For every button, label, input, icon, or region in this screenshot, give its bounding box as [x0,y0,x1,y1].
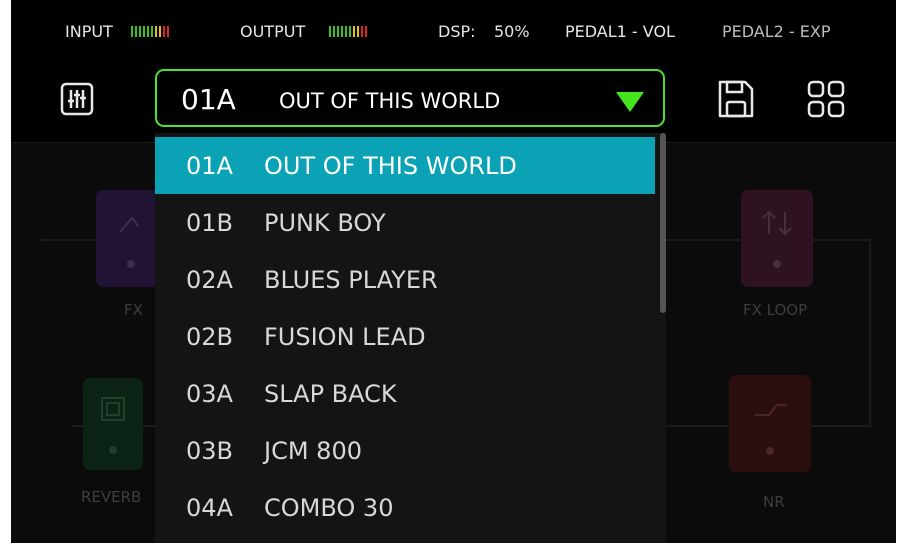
dropdown-arrow-icon [616,92,644,112]
sliders-icon [60,82,94,116]
output-level-meter [329,26,367,37]
reverb-block-label: REVERB [81,488,142,506]
preset-number: 01A [181,83,236,116]
preset-item-name: FUSION LEAD [264,323,426,351]
reverb-block[interactable] [83,378,143,470]
signal-line [869,239,871,425]
save-button[interactable] [717,79,755,119]
fx-loop-block[interactable] [741,190,813,287]
grid-icon [807,80,845,118]
status-bar: INPUT OUTPUT DSP: 50% PEDAL1 - VOL PEDAL… [11,0,896,60]
preset-item-name: SLAP BACK [264,380,397,408]
preset-list-item[interactable]: 02B FUSION LEAD [155,308,655,365]
preset-item-name: PUNK BOY [264,209,386,237]
preset-item-name: BLUES PLAYER [264,266,438,294]
preset-item-number: 04A [186,494,233,522]
loop-arrows-icon [762,210,792,268]
preset-item-number: 02A [186,266,233,294]
preset-item-number: 01A [186,152,233,180]
device-screen: INPUT OUTPUT DSP: 50% PEDAL1 - VOL PEDAL… [11,0,896,543]
pedal2-assignment: PEDAL2 - EXP [722,22,831,41]
preset-list-item[interactable]: 04A COMBO 30 [155,479,655,536]
preset-list-item[interactable]: 03B JCM 800 [155,422,655,479]
preset-dropdown-list[interactable]: 01A OUT OF THIS WORLD 01B PUNK BOY 02A B… [155,133,666,543]
preset-item-name: OUT OF THIS WORLD [264,152,517,180]
mixer-button[interactable] [60,82,94,116]
dsp-value: 50% [494,22,530,41]
preset-item-number: 03A [186,380,233,408]
preset-item-number: 01B [186,209,234,237]
preset-list-item[interactable]: 03A SLAP BACK [155,365,655,422]
output-label: OUTPUT [240,22,306,41]
preset-item-name: JCM 800 [264,437,362,465]
pedal1-assignment: PEDAL1 - VOL [565,22,675,41]
preset-list-item[interactable]: 01B PUNK BOY [155,194,655,251]
preset-name: OUT OF THIS WORLD [279,89,501,113]
reverb-icon [101,397,125,454]
preset-item-number: 02B [186,323,234,351]
preset-list-item-selected[interactable]: 01A OUT OF THIS WORLD [155,137,655,194]
fx-loop-block-label: FX LOOP [743,301,808,319]
dropdown-scrollbar[interactable] [660,133,666,313]
preset-item-name: COMBO 30 [264,494,394,522]
dsp-label: DSP: [438,22,476,41]
noise-gate-icon [755,404,787,455]
preset-item-number: 03B [186,437,234,465]
nr-block-label: NR [763,493,785,511]
floppy-disk-icon [718,80,754,118]
fx-block-label: FX [124,301,143,319]
preset-selector[interactable]: 01A OUT OF THIS WORLD [155,69,665,127]
input-level-meter [131,26,169,37]
nr-block[interactable] [729,375,811,472]
grid-view-button[interactable] [807,80,845,118]
preset-list-item[interactable]: 02A BLUES PLAYER [155,251,655,308]
input-label: INPUT [65,22,113,41]
